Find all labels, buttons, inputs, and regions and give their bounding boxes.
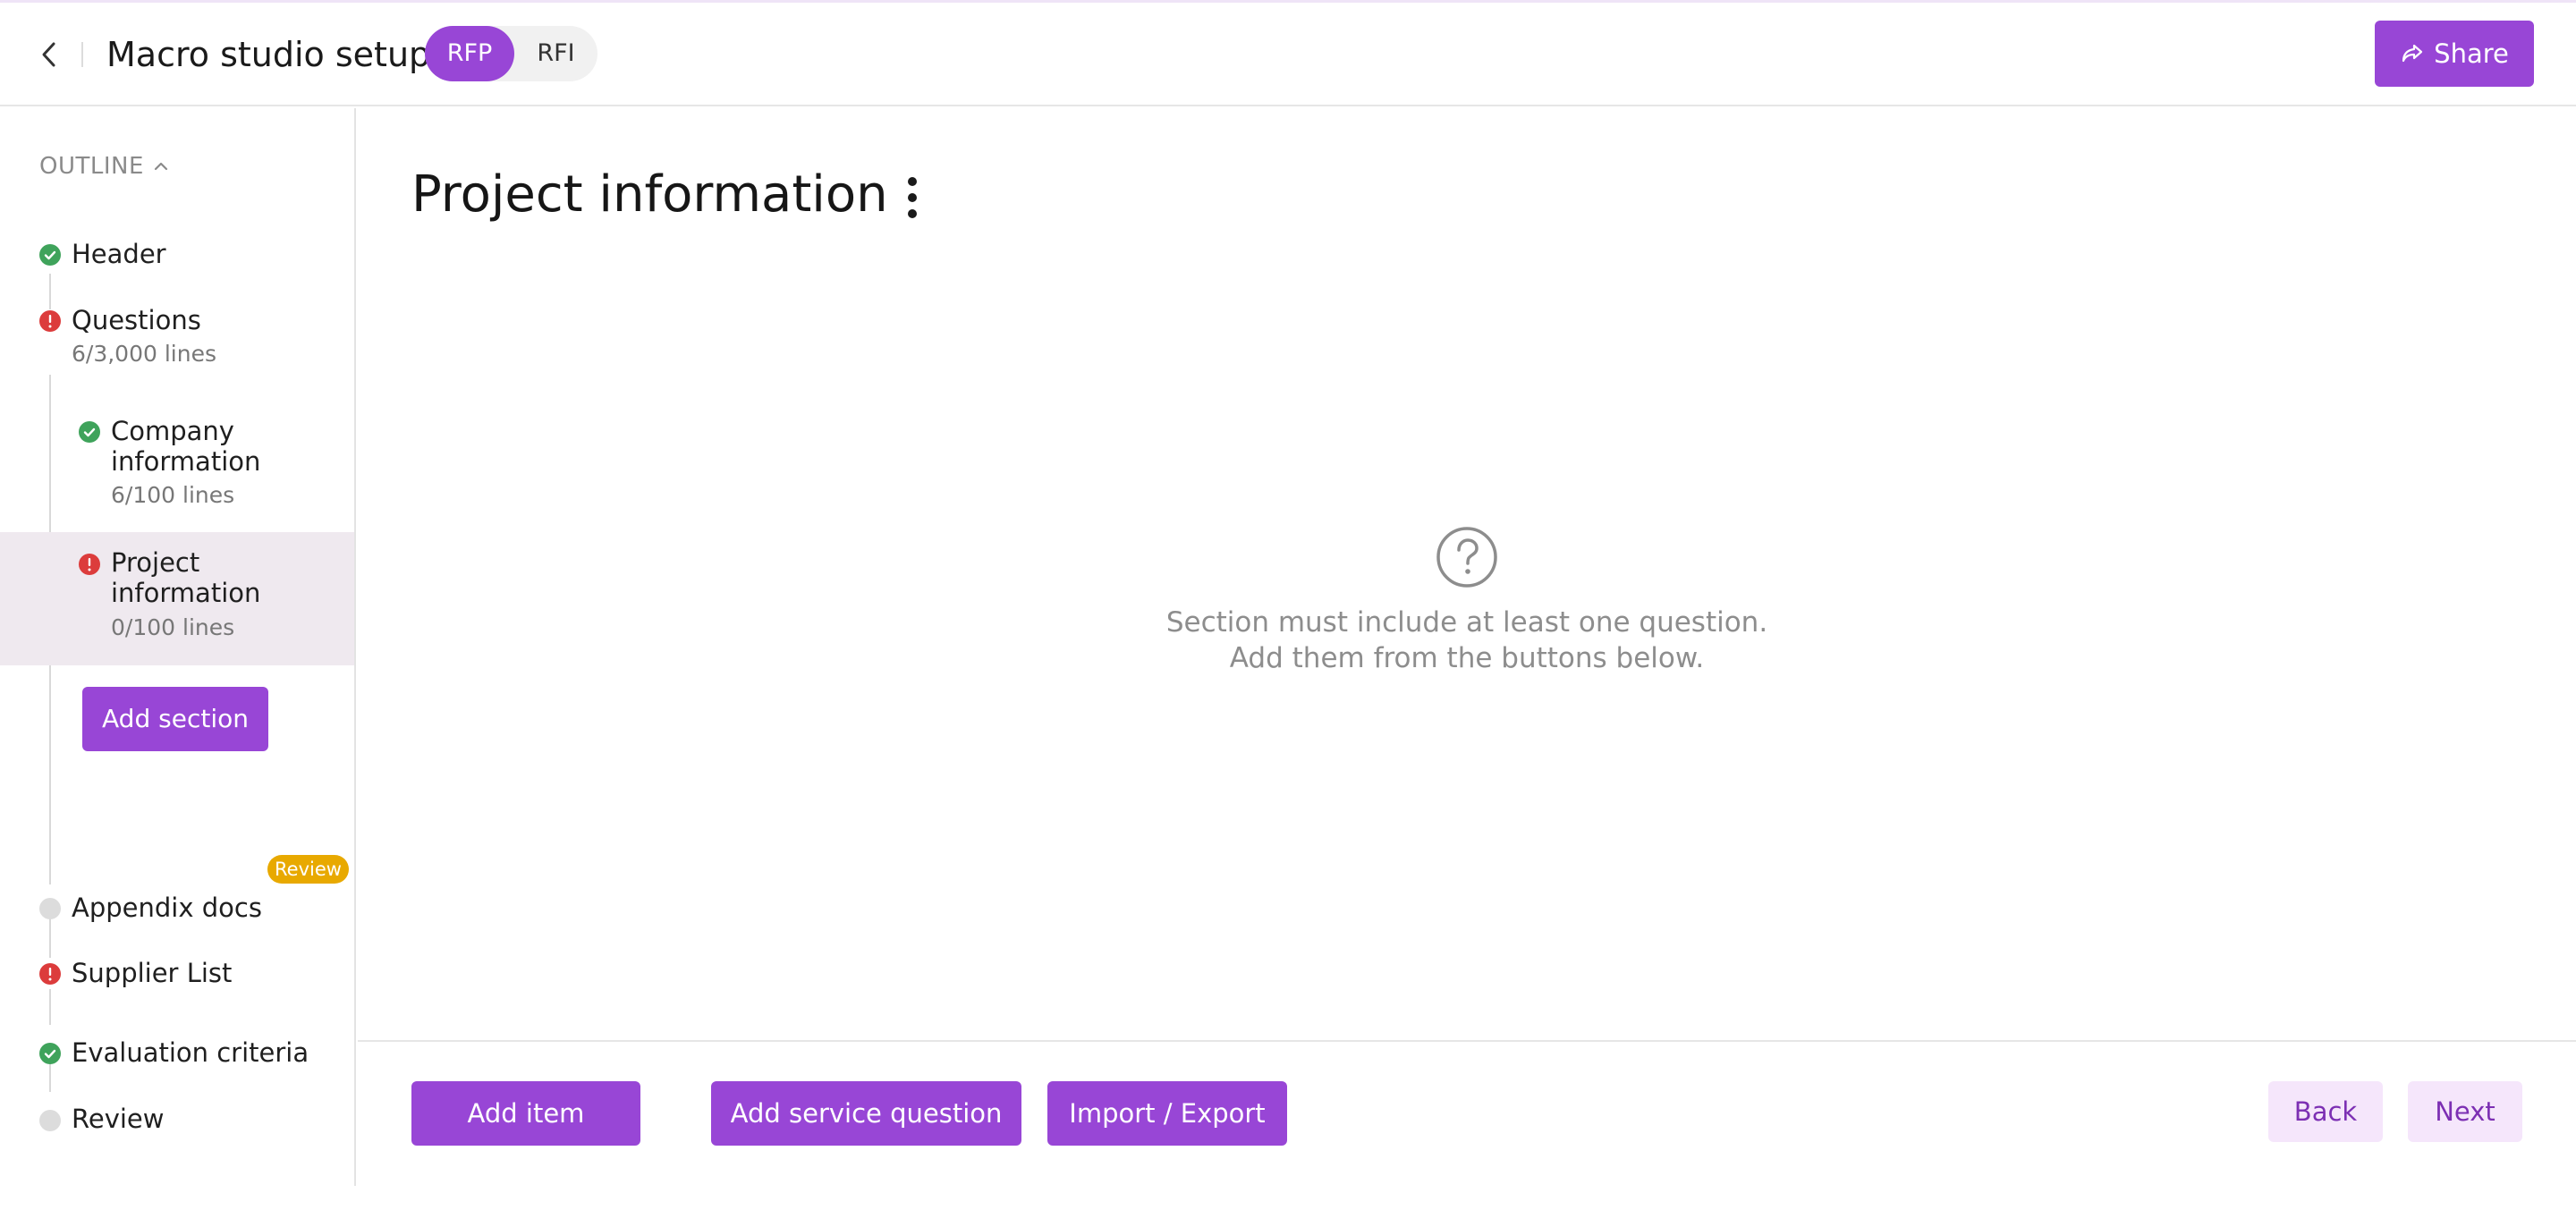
next-button[interactable]: Next — [2408, 1081, 2522, 1142]
error-alert-icon — [39, 963, 61, 985]
sidebar-item-company-information[interactable]: Company information — [111, 416, 260, 477]
outline-connector — [49, 913, 51, 958]
sidebar-item-project-information[interactable]: Project information — [111, 547, 260, 608]
add-section-button[interactable]: Add section — [82, 687, 268, 751]
outline-sidebar: OUTLINE Header Questions 6/3,000 lines C… — [0, 108, 356, 1186]
outline-connector — [49, 989, 51, 1025]
project-information-line-count: 0/100 lines — [111, 614, 235, 640]
share-icon — [2402, 44, 2423, 63]
empty-state-line1: Section must include at least one questi… — [1165, 606, 1768, 639]
rfp-rfi-toggle: RFP RFI — [425, 26, 597, 81]
add-item-question-button[interactable]: Add item question — [411, 1081, 640, 1193]
empty-state-message: Section must include at least one questi… — [1109, 605, 1825, 676]
chevron-left-icon[interactable] — [36, 38, 63, 71]
add-service-question-button[interactable]: Add service question — [711, 1081, 1021, 1146]
project-information-line1: Project — [111, 547, 200, 578]
sidebar-item-supplier-list[interactable]: Supplier List — [72, 958, 232, 988]
chevron-up-icon — [154, 162, 168, 171]
complete-check-icon — [39, 244, 61, 266]
sidebar-item-appendix-docs[interactable]: Appendix docs — [72, 893, 262, 923]
pending-status-icon — [39, 1110, 61, 1131]
top-bar: Macro studio setup RFP RFI Share — [0, 3, 2576, 106]
error-alert-icon — [39, 310, 61, 332]
question-circle-icon — [1436, 527, 1497, 588]
sidebar-item-evaluation-criteria[interactable]: Evaluation criteria — [72, 1037, 309, 1068]
share-label: Share — [2434, 38, 2509, 69]
empty-state-line2: Add them from the buttons below. — [1229, 642, 1705, 674]
share-button[interactable]: Share — [2375, 21, 2534, 87]
company-information-line-count: 6/100 lines — [111, 482, 235, 508]
import-export-button[interactable]: Import / Export — [1047, 1081, 1287, 1146]
outline-toggle[interactable]: OUTLINE — [39, 153, 171, 180]
complete-check-icon — [39, 1043, 61, 1064]
project-information-line2: information — [111, 578, 261, 608]
section-title: Project information — [411, 165, 888, 224]
main-content: Project information Section must include… — [358, 108, 2576, 1040]
review-badge: Review — [267, 855, 349, 884]
more-options-icon[interactable] — [894, 173, 930, 223]
error-alert-icon — [79, 554, 100, 575]
complete-check-icon — [79, 421, 100, 443]
page-title: Macro studio setup — [106, 35, 431, 74]
company-information-line2: information — [111, 446, 261, 477]
sidebar-item-questions[interactable]: Questions — [72, 305, 201, 335]
outline-connector — [49, 274, 51, 309]
questions-line-count: 6/3,000 lines — [72, 341, 216, 367]
outline-label: OUTLINE — [39, 153, 144, 180]
pending-status-icon — [39, 898, 61, 919]
sidebar-item-review[interactable]: Review — [72, 1104, 164, 1134]
company-information-line1: Company — [111, 416, 234, 446]
sidebar-item-header[interactable]: Header — [72, 239, 166, 269]
toggle-rfp[interactable]: RFP — [425, 26, 514, 81]
action-footer: Add item question Add service question I… — [358, 1040, 2576, 1193]
toggle-rfi[interactable]: RFI — [514, 26, 597, 81]
back-button[interactable]: Back — [2268, 1081, 2383, 1142]
header-divider — [81, 42, 83, 67]
